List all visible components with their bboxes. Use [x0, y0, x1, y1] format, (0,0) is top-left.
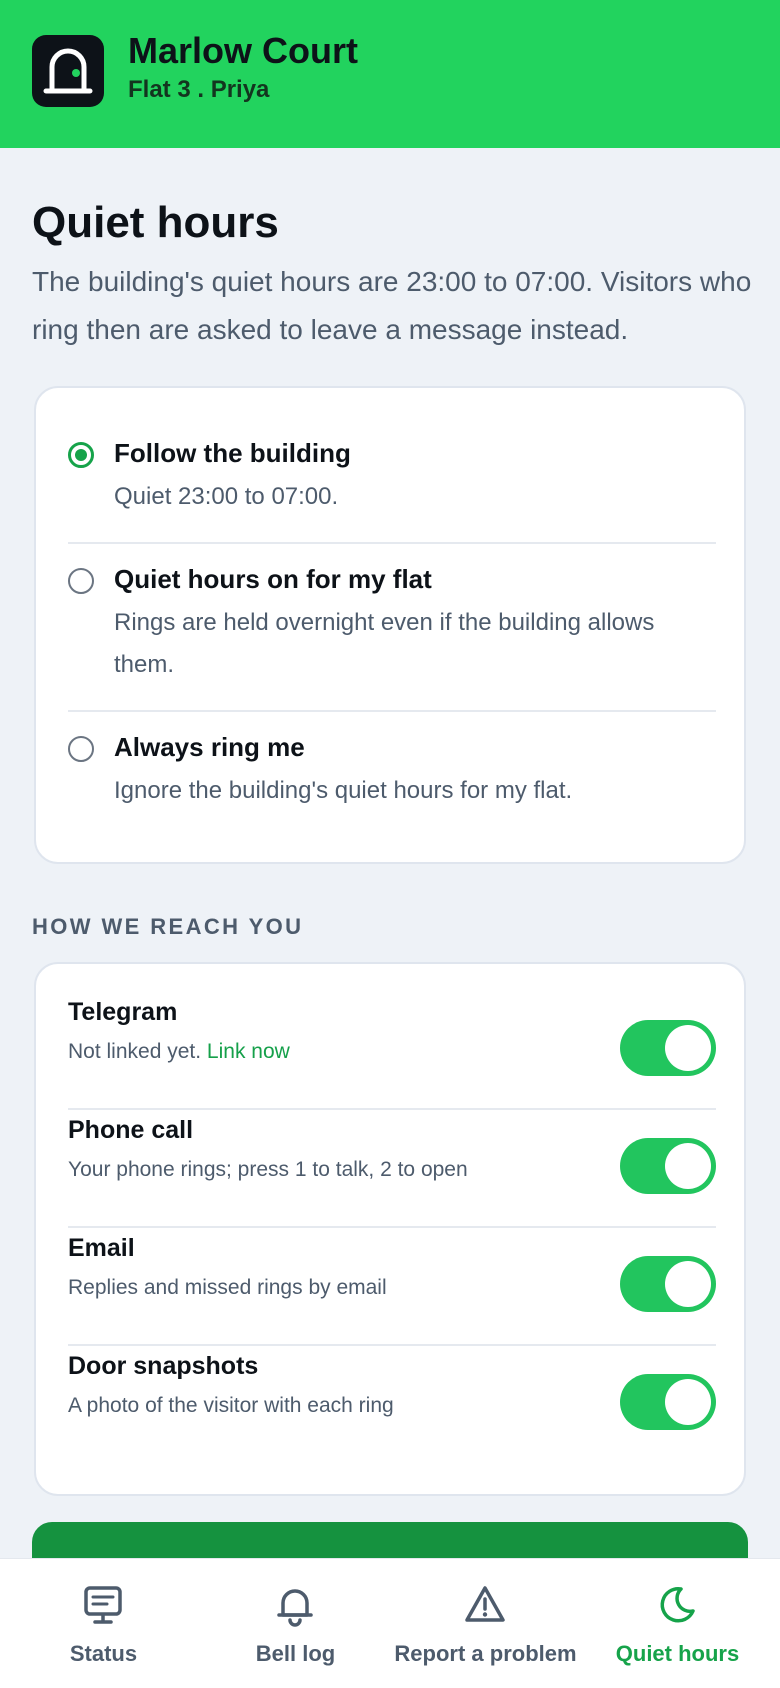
monitor-icon — [84, 1586, 122, 1624]
bottom-tab-bar: Status Bell log Report a problem Quiet h… — [0, 1558, 780, 1688]
email-toggle[interactable] — [620, 1256, 716, 1312]
door-snapshots-toggle[interactable] — [620, 1374, 716, 1430]
channel-label: Telegram — [68, 998, 178, 1026]
option-follow-building[interactable]: Follow the building Quiet 23:00 to 07:00… — [68, 438, 716, 518]
tab-label: Quiet hours — [615, 1641, 740, 1666]
option-description: Quiet 23:00 to 07:00. — [114, 483, 339, 510]
tab-report-problem[interactable]: Report a problem — [388, 1559, 583, 1688]
channel-label: Phone call — [68, 1116, 194, 1144]
channel-door-snapshots: Door snapshots A photo of the visitor wi… — [68, 1318, 716, 1436]
bell-icon — [277, 1589, 313, 1627]
toggle-knob — [665, 1025, 711, 1071]
divider — [68, 710, 716, 712]
moon-icon — [660, 1587, 695, 1623]
option-description: Ignore the building's quiet hours for my… — [114, 777, 573, 804]
channel-description-text: Not linked yet. — [68, 1040, 202, 1063]
radio-unselected[interactable] — [68, 568, 94, 594]
tab-status[interactable]: Status — [6, 1559, 201, 1688]
channel-telegram: Telegram Not linked yet. Link now — [68, 964, 716, 1082]
flat-resident: Flat 3 . Priya — [128, 76, 270, 103]
tab-label: Bell log — [255, 1641, 336, 1666]
tab-label: Status — [69, 1641, 138, 1666]
option-quiet-for-flat[interactable]: Quiet hours on for my flat Rings are hel… — [68, 564, 716, 684]
channel-email: Email Replies and missed rings by email — [68, 1200, 716, 1318]
phone-call-toggle[interactable] — [620, 1138, 716, 1194]
divider — [68, 542, 716, 544]
telegram-toggle[interactable] — [620, 1020, 716, 1076]
page-description: The building's quiet hours are 23:00 to … — [32, 266, 752, 345]
warning-icon — [465, 1586, 505, 1622]
channel-description: Not linked yet. Link now — [68, 1040, 290, 1064]
radio-selected[interactable] — [68, 442, 94, 468]
radio-unselected[interactable] — [68, 736, 94, 762]
channel-description: A photo of the visitor with each ring — [68, 1394, 394, 1417]
page-title: Quiet hours — [32, 198, 279, 247]
toggle-knob — [665, 1261, 711, 1307]
channel-phone-call: Phone call Your phone rings; press 1 to … — [68, 1082, 716, 1200]
option-label: Always ring me — [114, 732, 305, 762]
quiet-hours-options-card: Follow the building Quiet 23:00 to 07:00… — [34, 386, 746, 864]
channel-description: Replies and missed rings by email — [68, 1276, 387, 1299]
option-always-ring[interactable]: Always ring me Ignore the building's qui… — [68, 732, 716, 812]
tab-label: Report a problem — [394, 1641, 577, 1666]
tab-bell-log[interactable]: Bell log — [198, 1559, 393, 1688]
section-label-reach: HOW WE REACH YOU — [32, 914, 304, 939]
building-name: Marlow Court — [128, 30, 358, 71]
channel-description: Your phone rings; press 1 to talk, 2 to … — [68, 1158, 468, 1181]
channel-label: Email — [68, 1234, 135, 1262]
tab-quiet-hours[interactable]: Quiet hours — [580, 1559, 775, 1688]
channel-label: Door snapshots — [68, 1352, 259, 1380]
toggle-knob — [665, 1143, 711, 1189]
option-label: Quiet hours on for my flat — [114, 564, 432, 594]
option-label: Follow the building — [114, 438, 351, 468]
link-now-link[interactable]: Link now — [207, 1040, 290, 1063]
reach-channels-card: Telegram Not linked yet. Link now Phone … — [34, 962, 746, 1496]
option-description: Rings are held overnight even if the bui… — [114, 609, 655, 678]
app-header: Marlow Court Flat 3 . Priya — [0, 0, 780, 148]
doorway-icon — [32, 35, 104, 107]
toggle-knob — [665, 1379, 711, 1425]
